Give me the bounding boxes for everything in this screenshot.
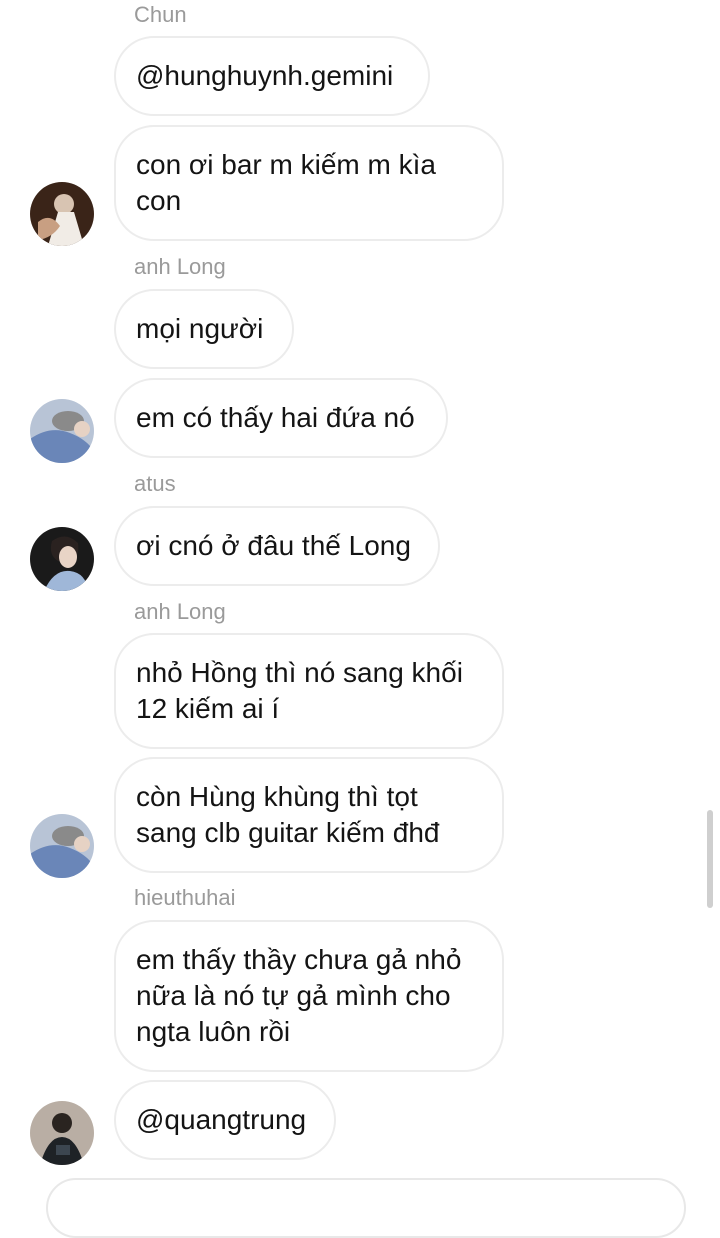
scrollbar-thumb[interactable] xyxy=(707,810,713,908)
message-bubble[interactable]: em thấy thầy chưa gả nhỏ nữa là nó tự gả… xyxy=(114,920,504,1072)
sender-name: Chun xyxy=(134,2,187,27)
avatar-image xyxy=(30,182,94,246)
message-bubble[interactable]: @quangtrung xyxy=(114,1080,336,1160)
user-avatar[interactable] xyxy=(30,814,94,878)
avatar-image xyxy=(30,1101,94,1165)
message-bubble[interactable]: ơi cnó ở đâu thế Long xyxy=(114,506,440,586)
message-bubble[interactable]: con ơi bar m kiếm m kìa con xyxy=(114,125,504,241)
avatar-image xyxy=(30,814,94,878)
message-bubble[interactable]: nhỏ Hồng thì nó sang khối 12 kiếm ai í xyxy=(114,633,504,749)
message-bubble[interactable]: em có thấy hai đứa nó xyxy=(114,378,448,458)
message-bubble[interactable]: mọi người xyxy=(114,289,294,369)
message-bubble[interactable]: @hunghuynh.gemini xyxy=(114,36,430,116)
sender-name: anh Long xyxy=(134,254,226,279)
user-avatar[interactable] xyxy=(30,399,94,463)
avatar-image xyxy=(30,527,94,591)
user-avatar[interactable] xyxy=(30,527,94,591)
user-avatar[interactable] xyxy=(30,182,94,246)
sender-name: anh Long xyxy=(134,599,226,624)
user-avatar[interactable] xyxy=(30,1101,94,1165)
sender-name: atus xyxy=(134,471,176,496)
message-bubble[interactable]: còn Hùng khùng thì tọt sang clb guitar k… xyxy=(114,757,504,873)
sender-name: hieuthuhai xyxy=(134,885,236,910)
avatar-image xyxy=(30,399,94,463)
message-composer[interactable] xyxy=(46,1178,686,1238)
